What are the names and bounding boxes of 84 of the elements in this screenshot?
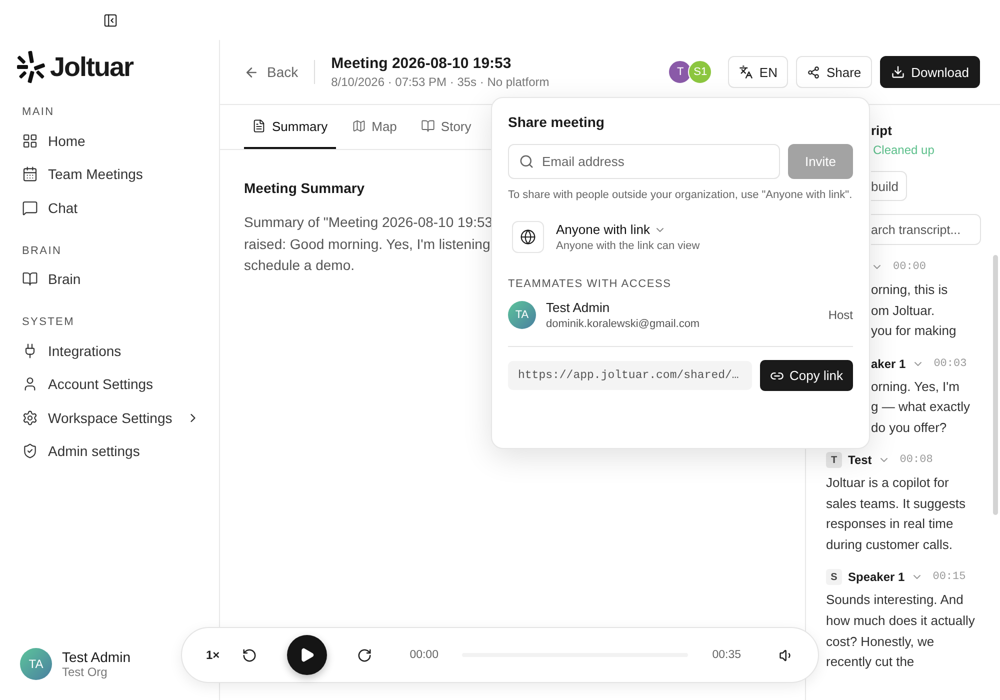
map-icon — [352, 119, 366, 133]
nav-item[interactable]: Workspace Settings — [16, 401, 202, 434]
teammate-email: dominik.koralewski@gmail.com — [546, 318, 700, 330]
timestamp: 00:00 — [893, 261, 926, 273]
teammate-role: Host — [828, 308, 853, 322]
participant-avatar: T — [668, 60, 692, 84]
back-button[interactable]: Back — [244, 60, 316, 84]
transcript-text: om Joltuar. — [871, 302, 936, 320]
language-button[interactable]: EN — [728, 56, 788, 88]
section-label: MAIN — [22, 106, 56, 118]
nav-item[interactable]: Admin settings — [16, 434, 202, 468]
globe-icon — [512, 221, 544, 253]
user-icon — [22, 376, 38, 392]
section-label: BRAIN — [22, 244, 63, 256]
nav-item[interactable]: Integrations — [16, 334, 202, 368]
transcript-text: orning, this is — [871, 281, 949, 299]
summary-heading: Meeting Summary — [244, 180, 365, 196]
teammate-name: Test Admin — [546, 300, 611, 315]
timestamp: 00:15 — [932, 571, 966, 584]
nav-item[interactable]: Team Meetings — [16, 158, 202, 191]
speaker-name: Speaker 1 — [848, 570, 905, 584]
forward-icon — [356, 648, 372, 662]
share-icon — [807, 66, 820, 78]
share-button[interactable]: Share — [796, 56, 872, 88]
meeting-title: Meeting 2026-08-10 19:53 — [331, 55, 512, 72]
tab[interactable]: Story — [412, 105, 480, 149]
speaker-name: Test — [848, 453, 872, 468]
access-dropdown[interactable]: Anyone with link — [556, 222, 700, 237]
share-hint: To share with people outside your organization, use "Anyone with link". — [508, 188, 853, 203]
nav-item[interactable]: Home — [16, 124, 202, 158]
participant-avatar: S1 — [688, 60, 712, 84]
book-icon — [22, 271, 38, 288]
settings-icon — [22, 410, 38, 426]
summary-text: Summary of "Meeting 2026-08-10 19:53 raised: Good morning. Yes, I'm listening schedule a demo. — [244, 213, 493, 275]
user-avatar: TA — [20, 648, 52, 680]
transcript-text: Joltuar is a copilot for sales teams. It suggests responses in real time during customer calls. — [826, 474, 966, 554]
nav-item[interactable]: Account Settings — [16, 368, 202, 401]
tab[interactable]: Summary — [244, 105, 336, 149]
logo-icon — [16, 50, 46, 84]
copy-link-button[interactable]: Copy link — [760, 360, 853, 391]
calendar-icon — [22, 166, 38, 182]
logo-text: Joltuar — [50, 52, 134, 82]
download-icon — [891, 65, 906, 79]
user-name: Test Admin — [62, 649, 130, 665]
play-icon — [298, 647, 315, 663]
timestamp: 00:08 — [900, 454, 933, 466]
document-icon — [252, 119, 266, 133]
transcript-title: ript — [871, 123, 893, 140]
email-field[interactable]: Email address — [508, 144, 780, 179]
speaker-avatar: T — [826, 452, 842, 468]
transcript-text: g — what exactly — [871, 398, 971, 416]
access-description: Anyone with the link can view — [556, 240, 700, 252]
speaker-name: aker 1 — [871, 356, 906, 370]
share-link-field: https://app.joltuar.com/shared/… — [508, 361, 752, 390]
translate-icon — [739, 65, 754, 79]
play-button[interactable] — [286, 635, 327, 675]
user-avatar: TA — [508, 301, 536, 329]
section-label: TEAMMATES WITH ACCESS — [508, 278, 672, 290]
transcript-text: you for making — [871, 322, 958, 340]
nav-item[interactable]: Brain — [16, 262, 202, 296]
popover-title: Share meeting — [508, 114, 606, 130]
rebuild-button[interactable]: build — [871, 171, 907, 201]
speed-button[interactable]: 1× — [202, 644, 224, 666]
grid-icon — [22, 132, 38, 149]
section-label: SYSTEM — [22, 316, 76, 328]
rewind-icon — [242, 648, 257, 662]
org-name: Test Org — [62, 665, 108, 679]
shield-check-icon — [22, 443, 38, 460]
transcript-status: Cleaned up — [873, 143, 936, 157]
speaker-avatar: S — [826, 569, 842, 586]
transcript-text: do you offer? — [871, 418, 948, 437]
current-time: 00:00 — [410, 649, 438, 661]
nav-item[interactable]: Chat — [16, 191, 202, 224]
search-field[interactable]: arch transcript... — [871, 214, 981, 245]
transcript-text: orning. Yes, I'm — [871, 378, 960, 396]
chat-bubble-icon — [22, 200, 38, 216]
meeting-details: 8/10/2026 · 07:53 PM · 35s · No platform — [331, 75, 550, 89]
book-icon — [420, 119, 435, 133]
transcript-text: Sounds interesting. And how much does it actually cost? Honestly, we recently cut the — [826, 591, 976, 672]
collapse-sidebar-icon[interactable] — [102, 12, 118, 28]
tab[interactable]: Map — [344, 105, 405, 149]
duration: 00:35 — [712, 649, 741, 661]
timestamp: 00:03 — [934, 358, 967, 370]
download-button[interactable]: Download — [880, 56, 980, 88]
